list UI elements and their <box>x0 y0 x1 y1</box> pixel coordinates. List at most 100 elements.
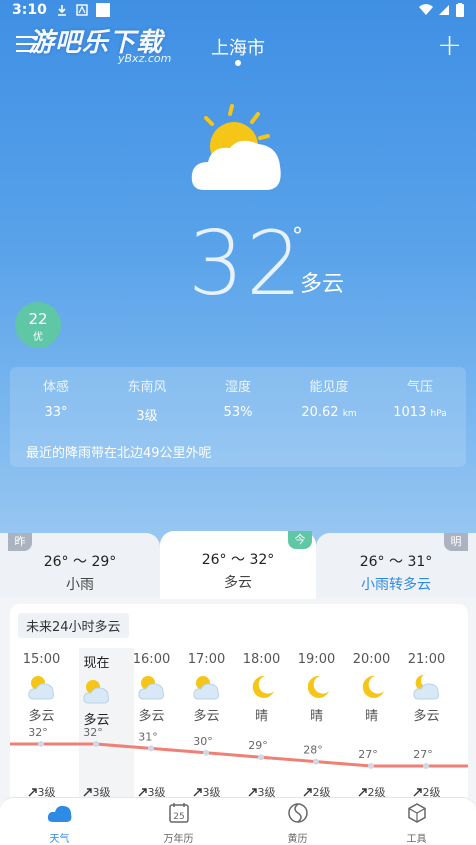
hour-time: 18:00 <box>242 652 281 667</box>
city-name[interactable]: 上海市 <box>0 34 476 60</box>
day-temp: 26° ～ 32° <box>201 552 275 568</box>
bottom-tab-bar: 天气 25 万年历 黄历 工具 <box>0 797 476 845</box>
temperature-point <box>148 745 154 752</box>
day-card-today[interactable]: 今 26° ～ 32° 多云 <box>160 531 316 599</box>
detail-visibility: 能见度 20.62 km <box>284 376 374 420</box>
moon-icon <box>234 673 289 703</box>
hour-item: 18:00 晴 3级 <box>234 652 289 799</box>
moon-icon <box>289 673 344 703</box>
day-temp: 26° ～ 29° <box>43 554 117 570</box>
temperature-point <box>313 758 319 765</box>
temperature-point <box>203 749 209 756</box>
hour-condition: 多云 <box>193 709 220 724</box>
current-condition: 多云 <box>300 272 345 297</box>
partly-cloudy-night-icon <box>399 673 454 703</box>
temperature-label: 27° <box>413 748 433 761</box>
tab-label: 万年历 <box>163 834 194 845</box>
weather-details-card: 体感 33° 东南风 3级 湿度 53% 能见度 20.62 km 气压 101… <box>10 367 466 467</box>
tab-weather[interactable]: 天气 <box>0 802 119 845</box>
tab-label: 工具 <box>406 834 427 845</box>
day-tag: 今 <box>288 531 312 549</box>
aqi-level: 优 <box>33 332 43 343</box>
day-card-yesterday[interactable]: 昨 26° ～ 29° 小雨 <box>0 533 160 597</box>
hour-condition: 晴 <box>364 709 378 724</box>
day-tag: 明 <box>444 533 468 551</box>
detail-value-wrap: 20.62 km <box>284 405 374 420</box>
calendar-icon: 25 <box>168 803 189 823</box>
download-icon <box>58 5 66 16</box>
wifi-icon <box>419 4 433 16</box>
day-temp: 26° ～ 31° <box>359 554 433 570</box>
hour-condition: 多云 <box>413 709 440 724</box>
partly-cloudy-icon <box>179 673 234 703</box>
add-city-icon[interactable]: + <box>437 31 462 61</box>
detail-value: 3级 <box>136 409 158 424</box>
hour-time: 现在 <box>83 656 110 671</box>
app-notification-icon <box>76 4 88 16</box>
detail-label: 能见度 <box>309 380 349 395</box>
moon-icon <box>344 673 399 703</box>
temperature-point <box>368 763 374 769</box>
rain-message[interactable]: 最近的降雨带在北边49公里外呢 <box>26 442 212 461</box>
temperature-label: 27° <box>358 748 378 761</box>
page-indicator-dot <box>235 60 241 66</box>
detail-label: 体感 <box>42 380 69 395</box>
temperature-point <box>423 763 429 769</box>
detail-unit: hPa <box>430 409 447 419</box>
detail-label: 气压 <box>406 380 433 395</box>
tab-label: 黄历 <box>287 834 308 845</box>
hourly-title: 未来24小时多云 <box>18 613 129 638</box>
hour-condition: 多云 <box>28 709 55 724</box>
hour-item: 21:00 多云 2级 <box>399 652 454 799</box>
tab-label: 天气 <box>49 834 70 845</box>
status-bar: 3:10 <box>0 0 476 22</box>
hour-time: 21:00 <box>407 652 446 667</box>
white-square-icon <box>96 3 110 17</box>
hour-time: 15:00 <box>22 652 61 667</box>
hour-condition: 多云 <box>138 709 165 724</box>
temperature-label: 28° <box>303 744 323 757</box>
day-condition: 小雨转多云 <box>361 577 431 593</box>
tab-almanac[interactable]: 黄历 <box>238 802 357 845</box>
hour-item: 16:00 多云 3级 <box>124 652 179 799</box>
day-condition: 多云 <box>224 575 252 591</box>
almanac-icon <box>287 803 308 823</box>
hour-item: 19:00 晴 2级 <box>289 652 344 799</box>
hour-item: 17:00 多云 3级 <box>179 652 234 799</box>
day-tag: 昨 <box>8 533 32 551</box>
tools-icon <box>407 803 426 823</box>
hourly-forecast-panel: 未来24小时多云 15:00 多云 3级 现在 多云 3级 16:00 多云 3级 17:00 多云… <box>10 604 468 804</box>
sun-behind-cloud-icon <box>191 104 281 190</box>
hour-condition: 晴 <box>309 709 323 724</box>
hour-item: 15:00 多云 3级 <box>14 652 69 799</box>
detail-value: 1013 <box>393 405 427 420</box>
hour-time: 16:00 <box>132 652 171 667</box>
day-condition: 小雨 <box>66 577 94 593</box>
temperature-point <box>258 754 264 761</box>
detail-value: 53% <box>223 405 253 420</box>
detail-value: 33° <box>44 405 68 420</box>
detail-unit: km <box>342 409 357 419</box>
aqi-value: 22 <box>28 310 48 328</box>
temperature-label: 29° <box>248 739 268 752</box>
degree-symbol: ° <box>292 224 303 249</box>
partly-cloudy-icon <box>69 677 124 707</box>
detail-humidity: 湿度 53% <box>193 376 283 420</box>
hour-condition: 晴 <box>254 709 268 724</box>
weather-icon <box>47 805 71 822</box>
battery-icon <box>456 3 464 17</box>
aqi-badge[interactable]: 22 优 <box>15 302 61 348</box>
current-temperature: 32 <box>188 212 304 315</box>
hour-condition: 多云 <box>83 713 110 728</box>
day-card-tomorrow[interactable]: 明 26° ～ 31° 小雨转多云 <box>316 533 476 597</box>
detail-value-wrap: 1013 hPa <box>375 405 465 420</box>
partly-cloudy-icon <box>124 673 179 703</box>
temperature-label: 30° <box>193 735 213 748</box>
temperature-point <box>38 741 44 747</box>
detail-label: 东南风 <box>127 380 167 395</box>
hour-item: 20:00 晴 2级 <box>344 652 399 799</box>
partly-cloudy-icon <box>14 673 69 703</box>
tab-tools[interactable]: 工具 <box>357 802 476 845</box>
hour-time: 20:00 <box>352 652 391 667</box>
tab-calendar[interactable]: 25 万年历 <box>119 802 238 845</box>
